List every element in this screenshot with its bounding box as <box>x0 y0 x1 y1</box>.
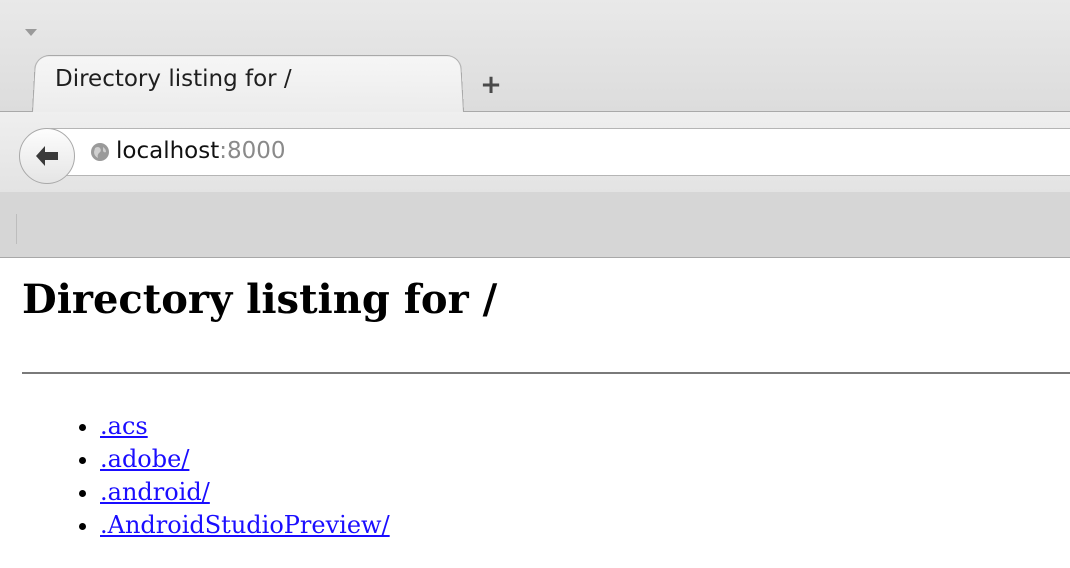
url-port: :8000 <box>219 138 286 164</box>
list-item: .AndroidStudioPreview/ <box>100 509 390 542</box>
file-link[interactable]: .android/ <box>100 478 210 506</box>
file-link[interactable]: .AndroidStudioPreview/ <box>100 511 390 539</box>
plus-icon: + <box>480 70 502 100</box>
list-item: .adobe/ <box>100 443 390 476</box>
url-text[interactable]: localhost:8000 <box>116 138 286 164</box>
back-button[interactable] <box>19 128 75 184</box>
list-item: .android/ <box>100 476 390 509</box>
url-host: localhost <box>116 138 220 164</box>
file-link[interactable]: .adobe/ <box>100 445 189 473</box>
browser-chrome: Directory listing for / + localhost:8000 <box>0 0 1070 258</box>
new-tab-button[interactable]: + <box>478 72 504 98</box>
bookmarks-toolbar-edge <box>16 214 17 244</box>
file-list: .acs .adobe/ .android/ .AndroidStudioPre… <box>62 410 390 542</box>
page-title: Directory listing for / <box>22 276 498 323</box>
file-link[interactable]: .acs <box>100 412 148 440</box>
list-item: .acs <box>100 410 390 443</box>
tab-title[interactable]: Directory listing for / <box>55 66 292 92</box>
tab-list-dropdown-icon[interactable] <box>25 29 37 36</box>
back-arrow-icon <box>36 146 58 166</box>
horizontal-rule <box>22 372 1070 374</box>
globe-icon <box>91 143 109 161</box>
